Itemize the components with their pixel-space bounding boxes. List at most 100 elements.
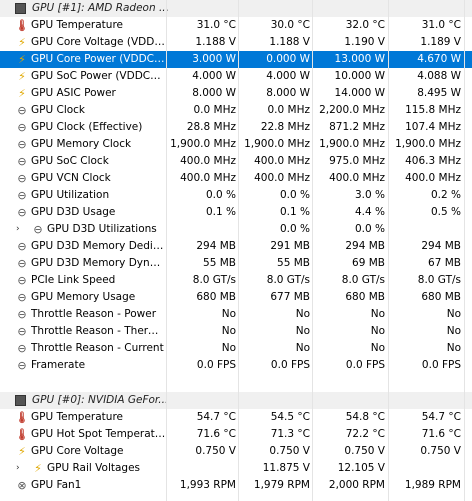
current-value: 400.0 MHz xyxy=(180,155,236,167)
clock-icon: ⊖ xyxy=(17,138,27,151)
memory-icon: ⊖ xyxy=(17,240,27,253)
average-value: 107.4 MHz xyxy=(405,121,461,133)
average-value: 71.6 °C xyxy=(421,428,461,440)
sensor-label: GPU D3D Usage xyxy=(31,206,116,218)
current-value: 0.1 % xyxy=(205,206,236,218)
column-divider xyxy=(238,0,239,501)
sensor-row[interactable]: › ⚡ GPU Rail Voltages 11.875 V 12.105 V xyxy=(0,460,472,477)
current-value: No xyxy=(221,308,236,320)
sensor-label: Throttle Reason - Current xyxy=(31,342,164,354)
sensor-label: Framerate xyxy=(31,359,86,371)
maximum-value: 13.000 W xyxy=(334,53,385,65)
sensor-row[interactable]: ⊖ PCIe Link Speed 8.0 GT/s 8.0 GT/s 8.0 GT/s… xyxy=(0,272,472,289)
minimum-value: 0.0 FPS xyxy=(270,359,310,371)
sensor-row[interactable]: ⊖ GPU D3D Memory Dynamic 55 MB 55 MB 69 MB 67… xyxy=(0,255,472,272)
average-value: No xyxy=(446,342,461,354)
sensor-row[interactable]: ⊖ GPU Memory Usage 680 MB 677 MB 680 MB 680 M… xyxy=(0,289,472,306)
current-value: 8.0 GT/s xyxy=(192,274,236,286)
current-value: 1,993 RPM xyxy=(179,479,236,491)
lightning-icon: ⚡ xyxy=(18,445,26,458)
maximum-value: 3.0 % xyxy=(354,189,385,201)
current-value: No xyxy=(221,342,236,354)
lightning-icon: ⚡ xyxy=(18,87,26,100)
minimum-value: 55 MB xyxy=(277,257,310,269)
average-value: 0.2 % xyxy=(430,189,461,201)
group-header[interactable]: GPU [#0]: NVIDIA GeFor... xyxy=(0,392,472,409)
minimum-value: 291 MB xyxy=(270,240,310,252)
sensor-row[interactable]: ⊖ Throttle Reason - Current No No No No xyxy=(0,340,472,357)
sensor-row[interactable]: ⚡ GPU Core Power (VDDCR... 3.000 W 0.000 W 1… xyxy=(0,51,472,68)
clock-icon: ⊖ xyxy=(17,172,27,185)
sensor-row[interactable]: ⊖ Throttle Reason - Thermal No No No No xyxy=(0,323,472,340)
lightning-icon: ⚡ xyxy=(18,53,26,66)
fan-icon: ⊗ xyxy=(17,479,27,492)
group-title: GPU [#0]: NVIDIA GeFor... xyxy=(32,394,169,406)
minimum-value: 400.0 MHz xyxy=(254,155,310,167)
current-value: 0.0 MHz xyxy=(193,104,236,116)
sensor-row[interactable]: ⚡ GPU Core Voltage 0.750 V 0.750 V 0.750 V 0.… xyxy=(0,443,472,460)
current-value: 55 MB xyxy=(203,257,236,269)
sensor-row[interactable]: ⊖ GPU D3D Memory Dedica... 294 MB 291 MB 294… xyxy=(0,238,472,255)
minimum-value: 30.0 °C xyxy=(270,19,310,31)
group-title: GPU [#1]: AMD Radeon ... xyxy=(32,2,169,14)
minimum-value: 0.0 % xyxy=(279,189,310,201)
minimum-value: 677 MB xyxy=(270,291,310,303)
usage-icon: ⊖ xyxy=(17,206,27,219)
clock-icon: ⊖ xyxy=(17,104,27,117)
sensor-label: GPU Rail Voltages xyxy=(47,462,141,474)
sensor-label: Throttle Reason - Power xyxy=(31,308,157,320)
minimum-value: 8.0 GT/s xyxy=(266,274,310,286)
expand-chevron-icon[interactable]: › xyxy=(16,221,20,238)
sensor-row[interactable]: ⊗ GPU Fan1 1,993 RPM 1,979 RPM 2,000 RPM 1,98… xyxy=(0,477,472,494)
average-value: 31.0 °C xyxy=(421,19,461,31)
current-value: 4.000 W xyxy=(192,70,236,82)
minimum-value: 54.5 °C xyxy=(270,411,310,423)
sensor-row[interactable]: ⚡ GPU Core Voltage (VDDC... 1.188 V 1.188 V… xyxy=(0,34,472,51)
maximum-value: 871.2 MHz xyxy=(329,121,385,133)
sensor-row[interactable]: ⊖ GPU D3D Usage 0.1 % 0.1 % 4.4 % 0.5 % xyxy=(0,204,472,221)
current-value: 0.750 V xyxy=(195,445,236,457)
sensor-row[interactable]: 🌡 GPU Temperature 31.0 °C 30.0 °C 32.0 °C 31.… xyxy=(0,17,472,34)
sensor-label: GPU D3D Utilizations xyxy=(47,223,157,235)
average-value: No xyxy=(446,308,461,320)
sensor-row[interactable]: ⊖ GPU SoC Clock 400.0 MHz 400.0 MHz 975.0 MH… xyxy=(0,153,472,170)
average-value: 4.088 W xyxy=(417,70,461,82)
current-value: 3.000 W xyxy=(192,53,236,65)
average-value: 406.3 MHz xyxy=(405,155,461,167)
sensor-label: GPU Utilization xyxy=(31,189,110,201)
expand-chevron-icon[interactable]: › xyxy=(16,460,20,477)
minimum-value: 11.875 V xyxy=(262,462,310,474)
sensor-row[interactable]: ⚡ GPU SoC Power (VDDCR... 4.000 W 4.000 W 10… xyxy=(0,68,472,85)
minimum-value: 0.750 V xyxy=(269,445,310,457)
average-value: 8.0 GT/s xyxy=(417,274,461,286)
maximum-value: 294 MB xyxy=(345,240,385,252)
framerate-icon: ⊖ xyxy=(17,359,27,372)
sensor-label: GPU SoC Clock xyxy=(31,155,109,167)
maximum-value: 1.190 V xyxy=(344,36,385,48)
throttle-icon: ⊖ xyxy=(17,308,27,321)
group-header[interactable]: GPU [#1]: AMD Radeon ... xyxy=(0,0,472,17)
maximum-value: 54.8 °C xyxy=(345,411,385,423)
sensor-row[interactable]: ⊖ Framerate 0.0 FPS 0.0 FPS 0.0 FPS 0.0 FPS xyxy=(0,357,472,374)
sensor-row[interactable]: ⊖ GPU Utilization 0.0 % 0.0 % 3.0 % 0.2 % xyxy=(0,187,472,204)
average-value: 400.0 MHz xyxy=(405,172,461,184)
maximum-value: 4.4 % xyxy=(354,206,385,218)
maximum-value: 680 MB xyxy=(345,291,385,303)
sensor-row[interactable]: ⊖ Throttle Reason - Power No No No No xyxy=(0,306,472,323)
sensor-row[interactable]: ⊖ GPU VCN Clock 400.0 MHz 400.0 MHz 400.0 MH… xyxy=(0,170,472,187)
sensor-row[interactable]: ⊖ GPU Memory Clock 1,900.0 MHz 1,900.0 MHz 1… xyxy=(0,136,472,153)
sensor-row[interactable]: 🌡 GPU Hot Spot Temperature 71.6 °C 71.3 °C 7… xyxy=(0,426,472,443)
sensor-row[interactable]: 🌡 GPU Temperature 54.7 °C 54.5 °C 54.8 °C 54.… xyxy=(0,409,472,426)
clock-icon: ⊖ xyxy=(17,121,27,134)
sensor-row[interactable]: › ⊖ GPU D3D Utilizations 0.0 % 0.0 % xyxy=(0,221,472,238)
average-value: 1,989 RPM xyxy=(404,479,461,491)
gpu-chip-icon xyxy=(15,3,26,14)
maximum-value: 12.105 V xyxy=(337,462,385,474)
average-value: 1.189 V xyxy=(420,36,461,48)
sensor-row[interactable]: ⊖ GPU Clock (Effective) 28.8 MHz 22.8 MHz 87… xyxy=(0,119,472,136)
sensor-label: GPU ASIC Power xyxy=(31,87,116,99)
sensor-row[interactable]: ⊖ GPU Clock 0.0 MHz 0.0 MHz 2,200.0 MHz 115.8… xyxy=(0,102,472,119)
sensor-row[interactable]: ⚡ GPU ASIC Power 8.000 W 8.000 W 14.000 W 8.4… xyxy=(0,85,472,102)
current-value: 8.000 W xyxy=(192,87,236,99)
sensor-label: GPU Fan1 xyxy=(31,479,82,491)
